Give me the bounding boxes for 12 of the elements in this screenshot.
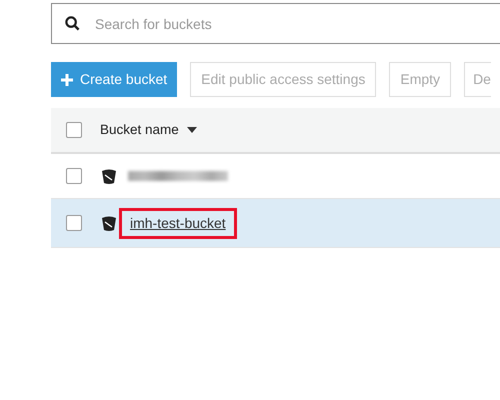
search-icon	[65, 16, 80, 31]
bucket-icon	[102, 168, 116, 184]
column-header[interactable]: Bucket name	[100, 120, 197, 140]
bucket-icon	[102, 216, 116, 230]
search-field[interactable]: Search for buckets	[51, 3, 500, 44]
plus-icon	[61, 74, 73, 86]
checkbox[interactable]	[66, 122, 82, 138]
create-button[interactable]: Create bucket	[51, 62, 178, 97]
checkbox[interactable]	[66, 215, 82, 231]
bucket-link[interactable]: imh-test-bucket	[122, 210, 234, 236]
checkbox[interactable]	[66, 168, 82, 184]
table-row[interactable]: imh-test-bucket	[51, 199, 500, 248]
